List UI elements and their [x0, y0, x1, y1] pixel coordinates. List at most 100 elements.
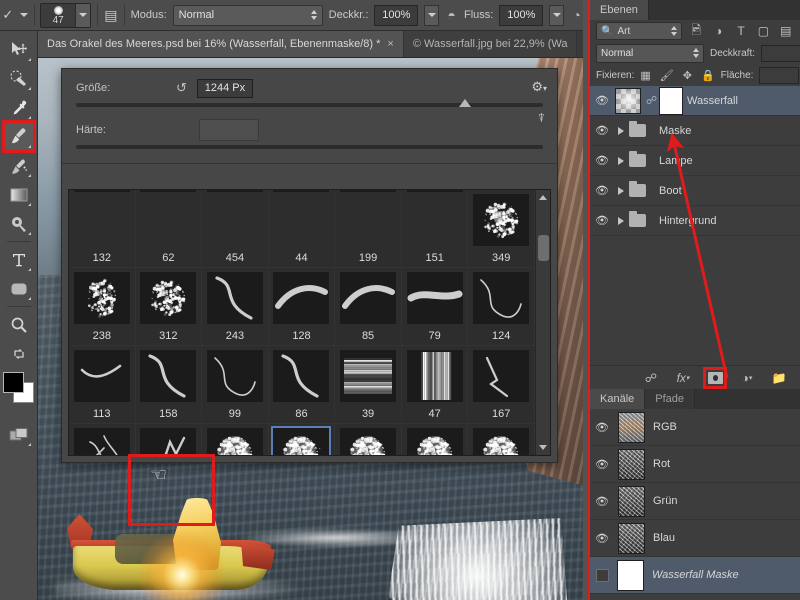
- zoom-tool[interactable]: [4, 310, 34, 339]
- eye-icon[interactable]: 👁: [594, 458, 610, 471]
- layer-style-button[interactable]: fx ▾: [674, 370, 692, 386]
- layer-row-hintergrund[interactable]: 👁 Hintergrund: [590, 206, 800, 236]
- adjustment-filter-icon[interactable]: ◑: [710, 24, 726, 38]
- close-icon[interactable]: ×: [387, 38, 393, 50]
- layer-thumbnail[interactable]: [615, 87, 641, 114]
- brush-preset-cell[interactable]: 113: [69, 346, 136, 424]
- brush-preset-cell[interactable]: 132: [69, 190, 136, 268]
- link-icon[interactable]: ☍: [646, 94, 657, 107]
- brush-preset-cell[interactable]: 243: [202, 268, 269, 346]
- brush-preset-chevron-icon[interactable]: [19, 13, 28, 17]
- eye-icon[interactable]: 👁: [594, 495, 610, 508]
- lock-transparency-icon[interactable]: ▦: [640, 69, 650, 82]
- brush-preset-cell[interactable]: 47: [401, 346, 469, 424]
- eyedropper-tool[interactable]: [4, 93, 34, 122]
- brush-preset-cell[interactable]: 75: [136, 424, 203, 455]
- blend-mode-select[interactable]: Normal: [172, 4, 323, 26]
- layer-row-boot[interactable]: 👁 Boot: [590, 176, 800, 206]
- eye-icon[interactable]: 👁: [594, 532, 610, 545]
- pixel-filter-icon[interactable]: 🖻: [688, 21, 704, 42]
- brush-preset-cell[interactable]: 86: [268, 346, 336, 424]
- brush-preset-cell[interactable]: 62: [135, 190, 203, 268]
- brush-preset-cell[interactable]: 124: [468, 268, 535, 346]
- layer-filter-select[interactable]: 🔍 Art: [596, 22, 682, 40]
- lock-position-icon[interactable]: ✥: [683, 69, 692, 82]
- color-swatches[interactable]: [2, 372, 35, 404]
- airbrush-icon[interactable]: ◔: [570, 7, 583, 23]
- new-adjustment-layer-button[interactable]: ◑ ▾: [738, 370, 756, 386]
- link-layers-button[interactable]: ☍: [642, 370, 660, 386]
- eye-icon[interactable]: 👁: [594, 94, 610, 107]
- chevron-right-icon[interactable]: [618, 156, 624, 165]
- channel-row-rot[interactable]: 👁 Rot: [590, 446, 800, 483]
- channel-row-wasserfall-maske[interactable]: Wasserfall Maske: [590, 557, 800, 594]
- new-group-button[interactable]: 📁: [770, 370, 788, 386]
- brush-preset-cell[interactable]: 151: [401, 190, 469, 268]
- brush-preset-cell[interactable]: 98: [69, 424, 136, 455]
- brush-preset-cell[interactable]: 85: [335, 268, 402, 346]
- brush-hardness-slider[interactable]: [76, 145, 543, 149]
- layer-mask-thumbnail[interactable]: [659, 86, 683, 115]
- brush-preset-cell[interactable]: 79: [401, 268, 469, 346]
- flow-chevron-icon[interactable]: [549, 4, 565, 26]
- brush-preset-cell[interactable]: 39: [335, 346, 402, 424]
- layer-fill-value[interactable]: [759, 66, 800, 84]
- type-filter-icon[interactable]: T: [733, 24, 749, 38]
- layer-row-lampe[interactable]: 👁 Lampe: [590, 146, 800, 176]
- foreground-color-swatch[interactable]: [2, 372, 24, 393]
- brush-size-slider[interactable]: [76, 99, 543, 107]
- tablet-pressure-opacity-icon[interactable]: ◓: [445, 7, 458, 23]
- brush-preset-cell[interactable]: 349: [468, 190, 535, 268]
- brush-preset-picker-panel[interactable]: ⚙▾ ⍒ Größe: ↺ 1244 Px Härte: 132 62 454 44 1…: [61, 68, 558, 526]
- brush-preset-cell[interactable]: 158: [135, 346, 203, 424]
- layer-row-wasserfall[interactable]: 👁 ☍ Wasserfall: [590, 86, 800, 116]
- eye-icon[interactable]: 👁: [594, 124, 610, 137]
- screen-mode-tool[interactable]: [4, 420, 34, 449]
- brush-preset-cell[interactable]: 99: [202, 346, 269, 424]
- brush-preset-cell[interactable]: 2128: [468, 424, 535, 455]
- brush-tool[interactable]: [1, 120, 36, 153]
- brush-preset-icon[interactable]: ✓: [2, 7, 14, 23]
- lock-image-icon[interactable]: 🖌: [660, 69, 674, 82]
- brush-preset-cell[interactable]: 199: [335, 190, 402, 268]
- opacity-chevron-icon[interactable]: [424, 4, 440, 26]
- brush-preset-cell[interactable]: 2448: [335, 424, 402, 455]
- brush-preset-cell[interactable]: 128: [268, 268, 336, 346]
- gradient-tool[interactable]: [4, 180, 34, 209]
- eye-icon[interactable]: 👁: [594, 421, 610, 434]
- brush-preset-cell[interactable]: 312: [135, 268, 203, 346]
- scroll-down-icon[interactable]: [539, 445, 547, 450]
- swap-colors-icon[interactable]: [4, 339, 34, 368]
- flow-value[interactable]: 100%: [499, 4, 544, 26]
- eye-icon[interactable]: 👁: [594, 184, 610, 197]
- chevron-right-icon[interactable]: [618, 216, 624, 225]
- brush-preset-cell[interactable]: 44: [268, 190, 336, 268]
- eye-icon[interactable]: 👁: [594, 214, 610, 227]
- resize-grip[interactable]: ··●··: [296, 443, 323, 453]
- brush-hardness-input[interactable]: [199, 119, 259, 141]
- brush-preset-cell[interactable]: 238: [69, 268, 136, 346]
- clone-stamp-tool[interactable]: [4, 151, 34, 180]
- scrollbar-thumb[interactable]: [538, 235, 549, 261]
- brush-size-input[interactable]: 1244 Px: [196, 78, 253, 98]
- tab-pfade[interactable]: Pfade: [645, 389, 696, 409]
- dodge-tool[interactable]: [4, 209, 34, 238]
- chevron-right-icon[interactable]: [618, 186, 624, 195]
- shape-filter-icon[interactable]: ▢: [755, 24, 771, 38]
- channel-row-rgb[interactable]: 👁 RGB: [590, 409, 800, 446]
- gear-icon[interactable]: ⚙▾: [531, 79, 547, 95]
- opacity-value[interactable]: 100%: [374, 4, 419, 26]
- type-tool[interactable]: [4, 245, 34, 274]
- quick-selection-tool[interactable]: [4, 64, 34, 93]
- eye-icon[interactable]: 👁: [594, 154, 610, 167]
- layer-row-maske[interactable]: 👁 Maske: [590, 116, 800, 146]
- tab-kanaele[interactable]: Kanäle: [590, 389, 646, 409]
- shape-tool[interactable]: [4, 274, 34, 303]
- brush-size-chevron-icon[interactable]: [75, 3, 91, 27]
- smart-object-filter-icon[interactable]: ▤: [778, 24, 794, 38]
- brush-size-picker[interactable]: 47: [40, 2, 92, 28]
- brush-grid-scrollbar[interactable]: [535, 190, 550, 455]
- scroll-up-icon[interactable]: [539, 195, 547, 200]
- channel-row-gruen[interactable]: 👁 Grün: [590, 483, 800, 520]
- channel-visibility-checkbox[interactable]: [596, 568, 609, 582]
